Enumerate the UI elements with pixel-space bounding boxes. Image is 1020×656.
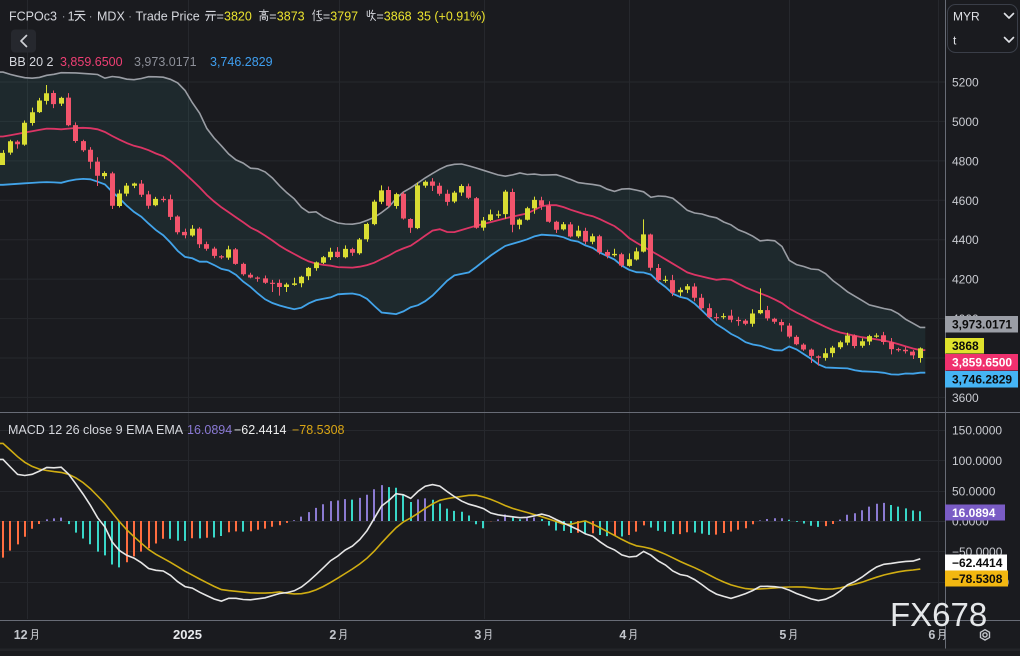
svg-text:150.0000: 150.0000 — [952, 424, 1002, 438]
svg-text:3,859.6500: 3,859.6500 — [952, 356, 1012, 370]
svg-text:4800: 4800 — [952, 154, 979, 168]
svg-text:5000: 5000 — [952, 115, 979, 129]
svg-text:−62.4414: −62.4414 — [234, 423, 287, 437]
svg-text:=: = — [217, 10, 224, 24]
svg-text:3,973.0171: 3,973.0171 — [952, 318, 1012, 332]
svg-text:100.0000: 100.0000 — [952, 454, 1002, 468]
svg-text:MDX: MDX — [97, 10, 125, 24]
svg-text:3873: 3873 — [277, 10, 305, 24]
svg-text:3,973.0171: 3,973.0171 — [134, 55, 197, 69]
svg-text:16.0894: 16.0894 — [952, 506, 996, 520]
svg-text:MACD 12 26 close 9 EMA EMA: MACD 12 26 close 9 EMA EMA — [8, 423, 184, 437]
svg-text:16.0894: 16.0894 — [187, 423, 232, 437]
svg-text:MYR: MYR — [953, 10, 980, 24]
svg-text:12: 12 — [14, 628, 28, 642]
svg-text:3868: 3868 — [952, 339, 979, 353]
svg-text:4600: 4600 — [952, 194, 979, 208]
svg-text:3820: 3820 — [224, 10, 252, 24]
svg-text:·: · — [62, 10, 66, 24]
svg-text:4400: 4400 — [952, 233, 979, 247]
svg-text:3,746.2829: 3,746.2829 — [210, 55, 273, 69]
svg-text:35 (+0.91%): 35 (+0.91%) — [417, 10, 485, 24]
svg-text:4: 4 — [619, 628, 626, 642]
svg-text:FCPOc3: FCPOc3 — [9, 10, 57, 24]
svg-text:3,746.2829: 3,746.2829 — [952, 373, 1012, 387]
svg-text:−78.5308: −78.5308 — [292, 423, 345, 437]
svg-text:3600: 3600 — [952, 391, 979, 405]
svg-text:·: · — [128, 10, 132, 24]
svg-text:2025: 2025 — [173, 627, 202, 642]
svg-text:3868: 3868 — [384, 10, 412, 24]
svg-text:=: = — [323, 10, 330, 24]
svg-text:50.0000: 50.0000 — [952, 485, 996, 499]
svg-text:=: = — [376, 10, 383, 24]
svg-text:3,859.6500: 3,859.6500 — [60, 55, 123, 69]
svg-text:1: 1 — [68, 10, 75, 24]
svg-text:Trade Price: Trade Price — [136, 10, 200, 24]
svg-text:FX678: FX678 — [890, 596, 987, 633]
svg-text:4200: 4200 — [952, 273, 979, 287]
svg-text:5200: 5200 — [952, 76, 979, 90]
svg-text:−62.4414: −62.4414 — [952, 556, 1003, 570]
svg-text:3: 3 — [474, 628, 481, 642]
svg-text:−78.5308: −78.5308 — [952, 572, 1003, 586]
svg-text:·: · — [89, 10, 93, 24]
svg-text:BB 20 2: BB 20 2 — [9, 55, 54, 69]
svg-text:=: = — [269, 10, 276, 24]
svg-text:2: 2 — [329, 628, 336, 642]
svg-text:5: 5 — [779, 628, 786, 642]
svg-text:3797: 3797 — [330, 10, 358, 24]
